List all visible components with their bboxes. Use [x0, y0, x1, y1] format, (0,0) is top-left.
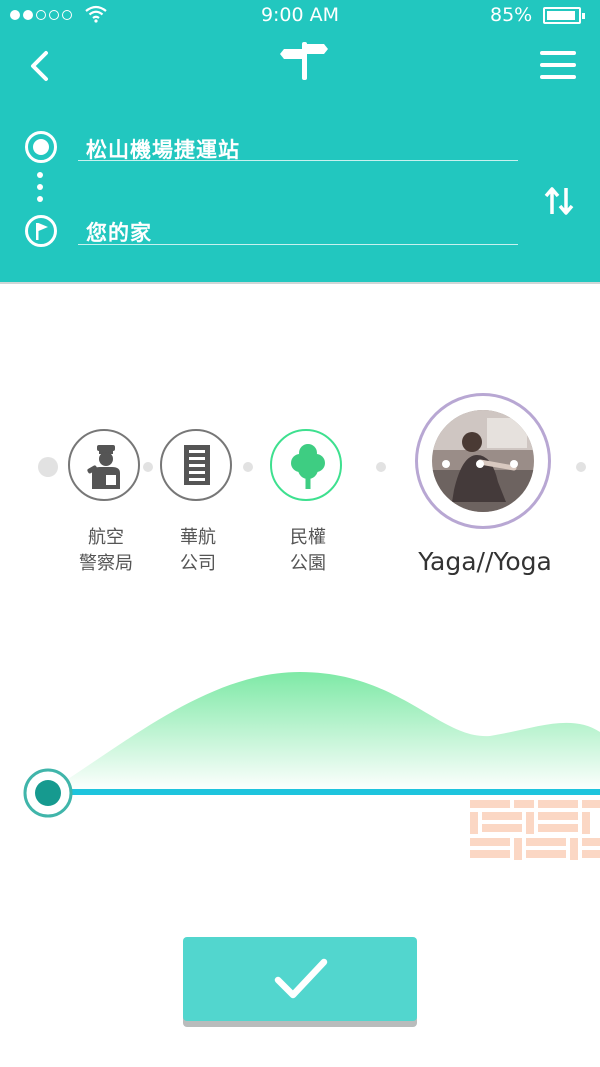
origin-circle-icon — [25, 131, 57, 163]
progress-slider-handle[interactable] — [22, 767, 74, 819]
timeline-dot — [576, 462, 586, 472]
elevation-profile — [48, 672, 600, 860]
stop-label-park: 民權 公園 — [290, 527, 326, 574]
destination-underline — [78, 244, 518, 245]
origin-underline — [78, 160, 518, 161]
confirm-button[interactable] — [183, 937, 417, 1021]
timeline-dot — [143, 462, 153, 472]
battery-percent: 85% — [490, 4, 533, 26]
stop-label-airline: 華航 公司 — [180, 527, 216, 574]
back-chevron-icon[interactable] — [26, 50, 52, 82]
hamburger-menu-icon[interactable] — [540, 50, 578, 80]
stop-police-station[interactable] — [68, 429, 140, 501]
stop-park[interactable] — [270, 429, 342, 501]
timeline-start-dot — [38, 457, 58, 477]
swap-vertical-icon[interactable] — [544, 186, 574, 216]
battery-icon — [543, 7, 585, 24]
yoga-photo[interactable] — [432, 410, 534, 512]
tree-icon — [291, 444, 325, 489]
brick-pattern — [470, 800, 600, 860]
destination-flag-icon — [25, 215, 57, 247]
checkmark-icon — [274, 958, 328, 999]
stop-label-police: 航空 警察局 — [79, 527, 133, 574]
office-building-icon — [184, 445, 210, 485]
stop-airline-office[interactable] — [160, 429, 232, 501]
featured-stop-title: Yaga//Yoga — [418, 547, 552, 576]
timeline-dot — [376, 462, 386, 472]
route-header: 9:00 AM 85% 松山機場捷運站 您的家 — [0, 0, 600, 284]
timeline-dot — [243, 462, 253, 472]
route-connector — [37, 172, 43, 208]
signpost-icon — [280, 42, 328, 80]
police-officer-icon — [87, 445, 120, 489]
destination-input[interactable]: 您的家 — [86, 217, 152, 247]
status-bar: 9:00 AM 85% — [0, 0, 600, 32]
